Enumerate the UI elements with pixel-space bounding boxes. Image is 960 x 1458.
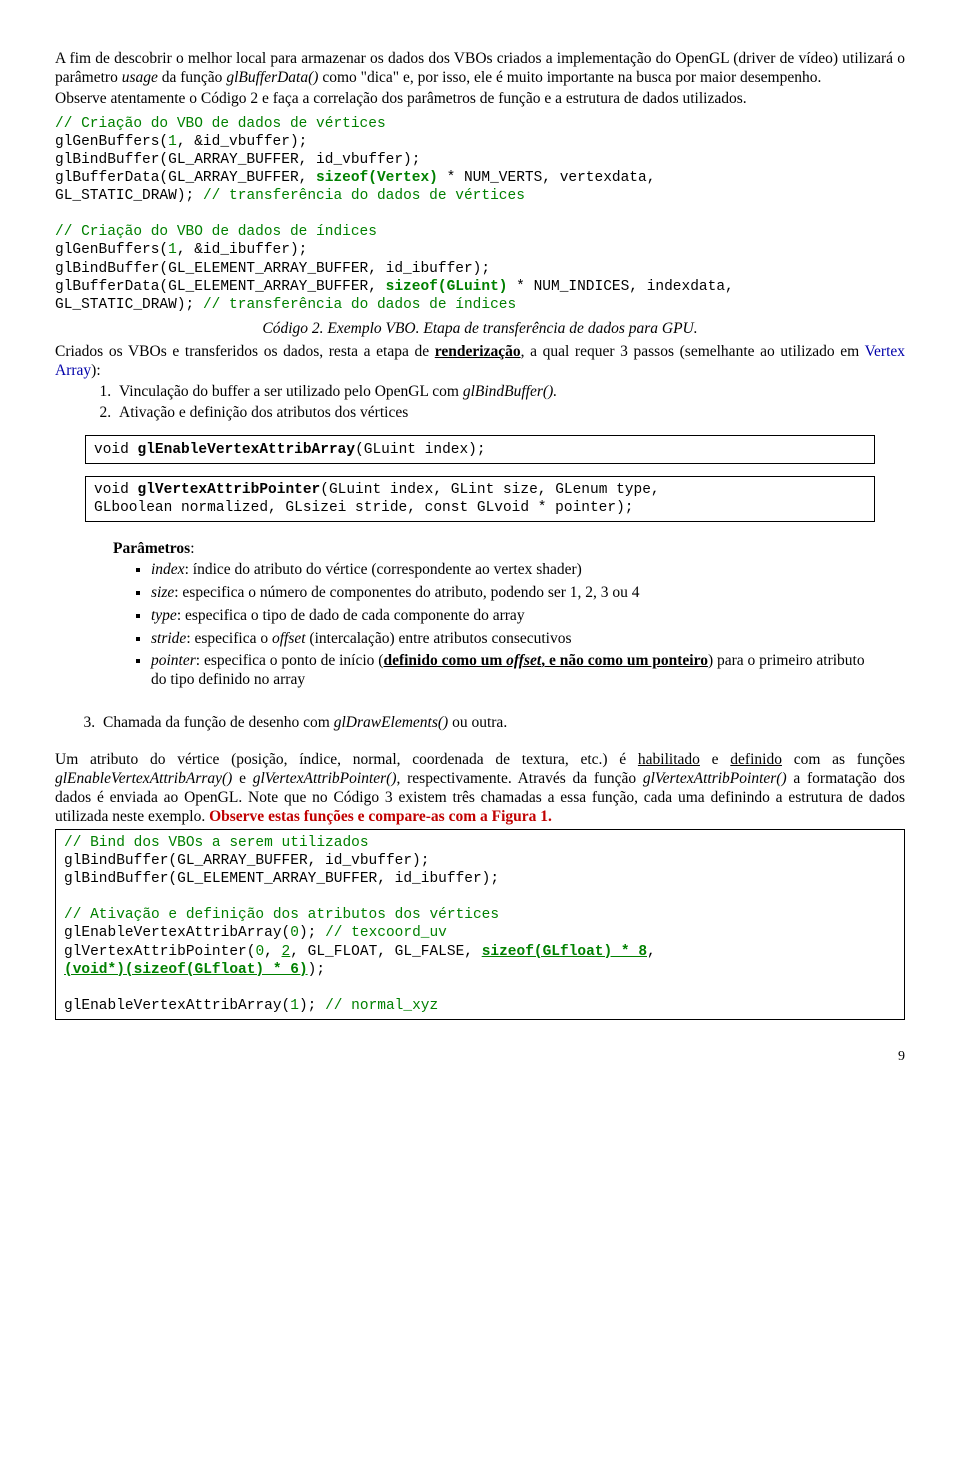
- code-comment: // Bind dos VBOs a serem utilizados: [64, 834, 896, 852]
- code-block: // Criação do VBO de dados de índices gl…: [55, 223, 905, 314]
- text: Observe atentamente o Código 2 e faça a …: [55, 90, 747, 107]
- ordered-list: Vinculação do buffer a ser utilizado pel…: [93, 383, 905, 423]
- code-comment: // Criação do VBO de dados de vértices: [55, 115, 905, 133]
- code-line: void glVertexAttribPointer(GLuint index,…: [94, 481, 866, 499]
- code-caption: Código 2. Exemplo VBO. Etapa de transfer…: [55, 320, 905, 339]
- list-item: Ativação e definição dos atributos dos v…: [115, 404, 905, 423]
- parameters-section: Parâmetros: index: índice do atributo do…: [113, 540, 875, 690]
- italic-text: usage: [122, 69, 158, 86]
- list-item: Vinculação do buffer a ser utilizado pel…: [115, 383, 905, 402]
- text: Um atributo do vértice (posição, índice,…: [55, 751, 638, 768]
- code-line: glBindBuffer(GL_ELEMENT_ARRAY_BUFFER, id…: [55, 260, 905, 278]
- emphasized-text: renderização: [435, 343, 521, 360]
- paragraph: A fim de descobrir o melhor local para a…: [55, 50, 905, 88]
- code-line: [64, 888, 896, 906]
- italic-text: glVertexAttribPointer(): [253, 770, 397, 787]
- code-line: glVertexAttribPointer(0, 2, GL_FLOAT, GL…: [64, 943, 896, 961]
- list-item: stride: especifica o offset (intercalaçã…: [151, 630, 875, 649]
- paragraph: Observe atentamente o Código 2 e faça a …: [55, 90, 905, 109]
- warning-text: Observe estas funções e compare-as com a…: [209, 808, 552, 825]
- list-item: type: especifica o tipo de dado de cada …: [151, 607, 875, 626]
- code-line: [64, 979, 896, 997]
- code-line: glEnableVertexAttribArray(1); // normal_…: [64, 997, 896, 1015]
- code-line: glBindBuffer(GL_ARRAY_BUFFER, id_vbuffer…: [64, 852, 896, 870]
- text: , respectivamente. Através da função: [397, 770, 643, 787]
- paragraph: Um atributo do vértice (posição, índice,…: [55, 751, 905, 827]
- code-line: GLboolean normalized, GLsizei stride, co…: [94, 499, 866, 517]
- italic-text: glVertexAttribPointer(): [643, 770, 787, 787]
- code-box: void glEnableVertexAttribArray(GLuint in…: [85, 435, 875, 464]
- code-line: (void*)(sizeof(GLfloat) * 6));: [64, 961, 896, 979]
- text: ):: [91, 362, 100, 379]
- text: da função: [158, 69, 226, 86]
- code-box: void glVertexAttribPointer(GLuint index,…: [85, 476, 875, 522]
- code-line: glBindBuffer(GL_ELEMENT_ARRAY_BUFFER, id…: [64, 870, 896, 888]
- code-line: GL_STATIC_DRAW); // transferência do dad…: [55, 296, 905, 314]
- code-box: // Bind dos VBOs a serem utilizados glBi…: [55, 829, 905, 1020]
- text: com as funções: [782, 751, 905, 768]
- italic-text: glEnableVertexAttribArray(): [55, 770, 232, 787]
- code-line: glEnableVertexAttribArray(0); // texcoor…: [64, 924, 896, 942]
- list-item: pointer: especifica o ponto de início (d…: [151, 652, 875, 690]
- text: e: [232, 770, 252, 787]
- parameter-list: index: índice do atributo do vértice (co…: [141, 561, 875, 690]
- list-item: Chamada da função de desenho com glDrawE…: [99, 714, 905, 733]
- code-comment: // Ativação e definição dos atributos do…: [64, 906, 896, 924]
- page-number: 9: [55, 1048, 905, 1065]
- paragraph: Criados os VBOs e transferidos os dados,…: [55, 343, 905, 381]
- code-line: glBindBuffer(GL_ARRAY_BUFFER, id_vbuffer…: [55, 151, 905, 169]
- text: , a qual requer 3 passos (semelhante ao …: [521, 343, 865, 360]
- ordered-list: Chamada da função de desenho com glDrawE…: [77, 714, 905, 733]
- underlined-text: definido: [730, 751, 782, 768]
- code-line: glGenBuffers(1, &id_ibuffer);: [55, 241, 905, 259]
- code-line: glGenBuffers(1, &id_vbuffer);: [55, 133, 905, 151]
- italic-text: glBufferData(): [226, 69, 318, 86]
- parameters-heading: Parâmetros:: [113, 540, 875, 559]
- code-block: // Criação do VBO de dados de vértices g…: [55, 115, 905, 206]
- text: e: [700, 751, 730, 768]
- code-line: glBufferData(GL_ARRAY_BUFFER, sizeof(Ver…: [55, 169, 905, 187]
- text: como "dica" e, por isso, ele é muito imp…: [318, 69, 821, 86]
- code-line: glBufferData(GL_ELEMENT_ARRAY_BUFFER, si…: [55, 278, 905, 296]
- list-item: size: especifica o número de componentes…: [151, 584, 875, 603]
- code-comment: // Criação do VBO de dados de índices: [55, 223, 905, 241]
- text: Criados os VBOs e transferidos os dados,…: [55, 343, 435, 360]
- code-line: void glEnableVertexAttribArray(GLuint in…: [94, 442, 486, 458]
- underlined-text: habilitado: [638, 751, 700, 768]
- code-line: GL_STATIC_DRAW); // transferência do dad…: [55, 187, 905, 205]
- list-item: index: índice do atributo do vértice (co…: [151, 561, 875, 580]
